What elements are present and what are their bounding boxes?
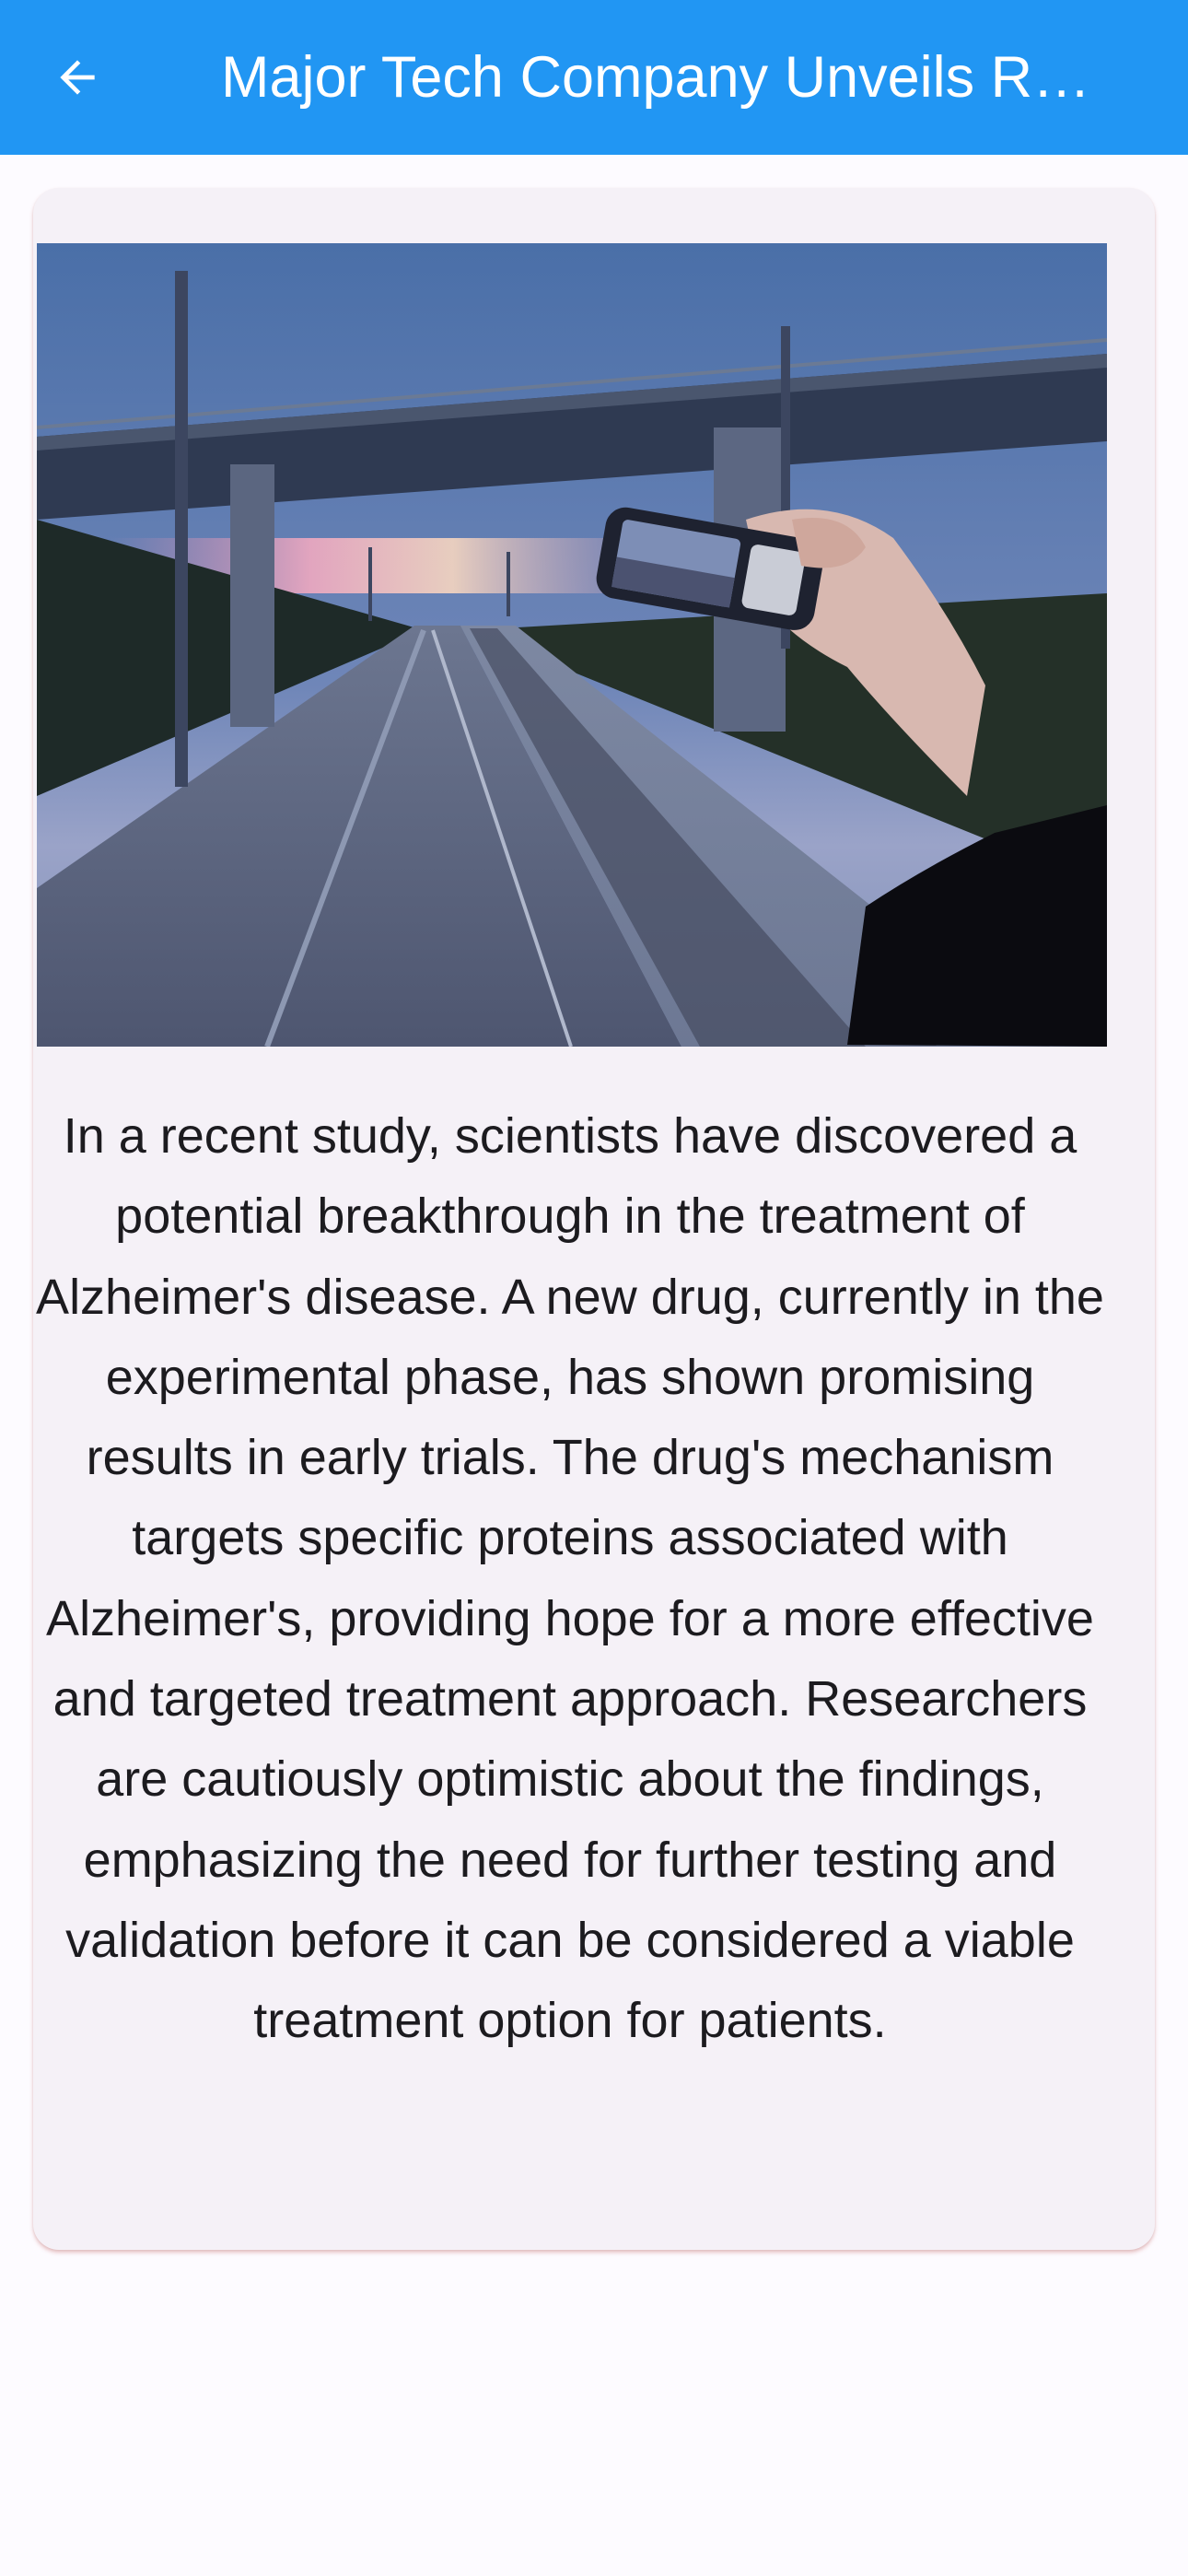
article-card: In a recent study, scientists have disco… [33,188,1155,2250]
back-button[interactable] [41,41,114,114]
app-bar: Major Tech Company Unveils R… [0,0,1188,155]
article-image [37,243,1107,1047]
arrow-left-icon [60,60,95,95]
article-body: In a recent study, scientists have disco… [36,1108,1104,2049]
page-title: Major Tech Company Unveils R… [221,45,1091,110]
